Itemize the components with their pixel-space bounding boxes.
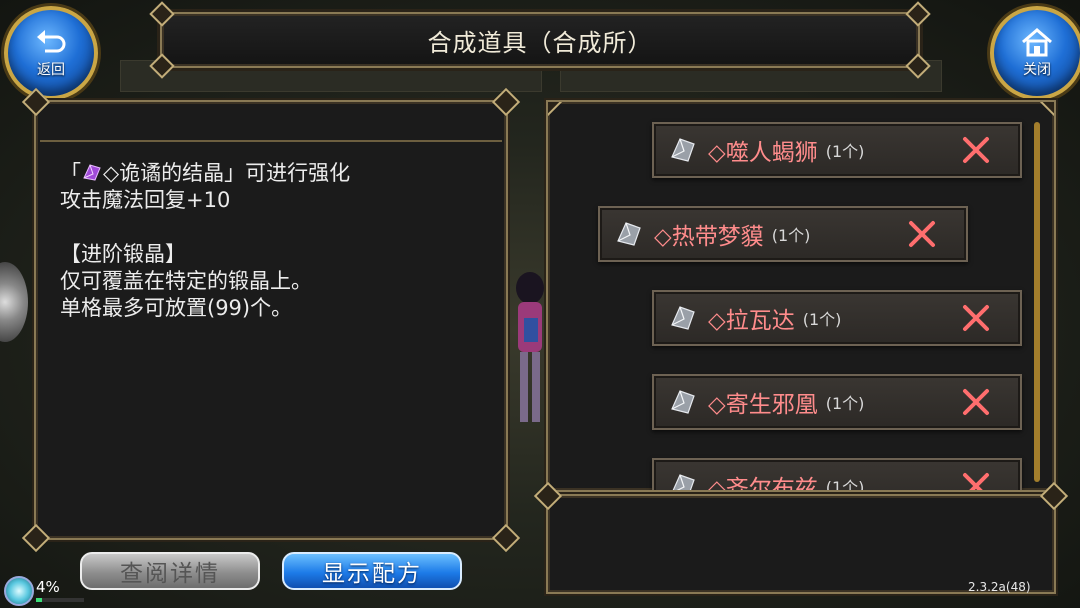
- list-scrollbar[interactable]: [1034, 122, 1040, 482]
- item-count: (1个): [771, 226, 811, 245]
- remove-x-icon[interactable]: [962, 136, 990, 164]
- version-label: 2.3.2a(48): [968, 580, 1031, 594]
- remove-x-icon[interactable]: [962, 304, 990, 332]
- close-button-label: 关闭: [1023, 62, 1051, 78]
- background-orb: [0, 262, 28, 342]
- description-line-5: 仅可覆盖在特定的锻晶上。: [60, 269, 312, 293]
- description-text: ◇诡谲的结晶」可进行强化: [103, 161, 351, 185]
- battery-bar: [36, 598, 84, 602]
- description-line-2: 攻击魔法回复+10: [60, 188, 231, 212]
- description-line-3: [60, 214, 486, 241]
- item-description-panel: 「 ◇诡谲的结晶」可进行强化 攻击魔法回复+10 【进阶锻晶】 仅可覆盖在特定的…: [21, 87, 521, 553]
- material-list-panel: ◇噬人蝎狮 (1个) ◇热带梦貘 (1个) ◇拉瓦达 (1个) ◇寄生邪凰 (1…: [546, 100, 1056, 492]
- quote-open: 「: [60, 161, 81, 185]
- item-description: 「 ◇诡谲的结晶」可进行强化 攻击魔法回复+10 【进阶锻晶】 仅可覆盖在特定的…: [60, 160, 486, 322]
- gray-crystal-icon: [617, 222, 641, 246]
- view-details-button[interactable]: 查阅详情: [80, 552, 260, 590]
- close-button[interactable]: 关闭: [990, 6, 1080, 100]
- back-arrow-icon: [37, 30, 66, 53]
- title-bar: 合成道具（合成所）: [149, 1, 931, 79]
- item-name: ◇齐尔布兹: [708, 476, 818, 492]
- gray-crystal-icon: [671, 306, 695, 330]
- remove-x-icon[interactable]: [962, 388, 990, 416]
- back-button-label: 返回: [37, 62, 65, 78]
- description-line-6: 单格最多可放置(99)个。: [60, 296, 293, 320]
- item-name: ◇寄生邪凰: [708, 392, 818, 418]
- item-name: ◇噬人蝎狮: [708, 140, 818, 166]
- item-name: ◇热带梦貘: [654, 224, 764, 250]
- battery-bar-fill: [36, 598, 42, 602]
- item-name: ◇拉瓦达: [708, 308, 795, 334]
- item-count: (1个): [825, 478, 865, 492]
- list-item[interactable]: ◇齐尔布兹 (1个): [652, 458, 1022, 492]
- gray-crystal-icon: [671, 390, 695, 414]
- list-item[interactable]: ◇热带梦貘 (1个): [598, 206, 968, 262]
- gray-crystal-icon: [671, 138, 695, 162]
- description-line-1: 「 ◇诡谲的结晶」可进行强化: [60, 160, 486, 187]
- description-line-4: 【进阶锻晶】: [60, 242, 186, 266]
- remove-x-icon[interactable]: [908, 220, 936, 248]
- frame-corner-ornament: [1039, 102, 1054, 117]
- remove-x-icon[interactable]: [962, 472, 990, 492]
- list-item[interactable]: ◇寄生邪凰 (1个): [652, 374, 1022, 430]
- home-icon: [1022, 28, 1052, 57]
- character-sprite: [516, 272, 544, 422]
- list-item[interactable]: ◇拉瓦达 (1个): [652, 290, 1022, 346]
- battery-percent: 4%: [36, 578, 60, 596]
- list-item[interactable]: ◇噬人蝎狮 (1个): [652, 122, 1022, 178]
- item-count: (1个): [825, 142, 865, 161]
- window-title: 合成道具（合成所）: [427, 28, 653, 57]
- purple-crystal-icon: [83, 164, 101, 181]
- gray-crystal-icon: [672, 474, 695, 490]
- item-count: (1个): [825, 394, 865, 413]
- recipe-output-panel: [533, 481, 1069, 594]
- show-recipe-button[interactable]: 显示配方: [282, 552, 462, 590]
- back-button[interactable]: 返回: [4, 6, 98, 100]
- item-count: (1个): [802, 310, 842, 329]
- panel-header-strip: [40, 106, 502, 142]
- network-status-icon: [4, 576, 34, 606]
- frame-corner-ornament: [548, 102, 563, 117]
